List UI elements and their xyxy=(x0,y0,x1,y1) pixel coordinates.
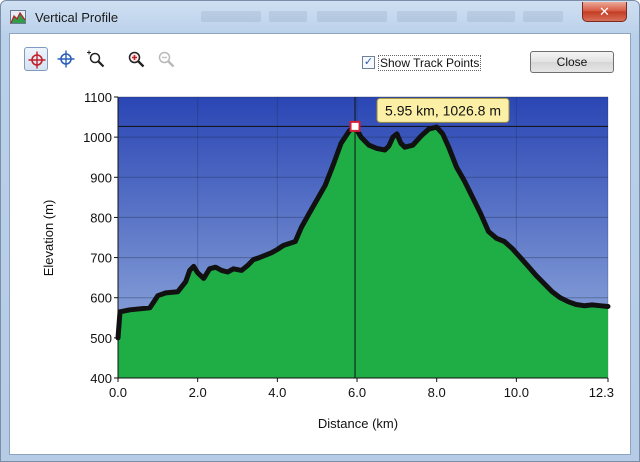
y-tick-label: 900 xyxy=(90,170,112,185)
x-tick-label: 8.0 xyxy=(428,385,446,400)
x-tick-label: 0.0 xyxy=(109,385,127,400)
show-track-points-label[interactable]: Show Track Points xyxy=(378,55,482,71)
blurred-background-text xyxy=(201,11,261,22)
zoom-rect-tool-button[interactable] xyxy=(84,47,108,71)
show-track-points-checkbox[interactable]: ✓ xyxy=(362,56,375,69)
x-tick-label: 4.0 xyxy=(268,385,286,400)
y-tick-label: 500 xyxy=(90,331,112,346)
tooltip-text: 5.95 km, 1026.8 m xyxy=(385,102,501,118)
y-tick-label: 1000 xyxy=(83,130,112,145)
y-tick-label: 400 xyxy=(90,371,112,386)
pan-tool-button[interactable] xyxy=(54,47,78,71)
crosshair-tool-button[interactable] xyxy=(24,47,48,71)
x-axis-title: Distance (km) xyxy=(318,416,398,431)
y-axis-title: Elevation (m) xyxy=(41,200,56,277)
y-tick-label: 1100 xyxy=(84,90,112,105)
elevation-profile-chart[interactable]: 5.95 km, 1026.8 m 0.0 2.0 4.0 6.0 8.0 10.0 12.… xyxy=(11,86,629,454)
zoom-rect-icon xyxy=(87,50,105,68)
close-button[interactable]: Close xyxy=(530,51,614,73)
move-crosshair-icon xyxy=(57,50,75,68)
y-tick-label: 800 xyxy=(90,210,112,225)
window-close-button[interactable]: ✕ xyxy=(582,2,627,22)
zoom-out-icon xyxy=(158,51,175,68)
blurred-background-text xyxy=(397,11,457,22)
x-tick-label: 12.3 xyxy=(589,385,614,400)
x-tick-label: 10.0 xyxy=(504,385,529,400)
zoom-in-icon xyxy=(128,51,145,68)
title-bar[interactable]: Vertical Profile ✕ xyxy=(1,1,639,33)
zoom-in-tool-button[interactable] xyxy=(124,47,148,71)
vertical-profile-window: Vertical Profile ✕ ✓ Show Track Points C… xyxy=(0,0,640,462)
blurred-background-text xyxy=(317,11,387,22)
blurred-background-text xyxy=(467,11,515,22)
y-tick-label: 700 xyxy=(90,251,112,266)
window-title: Vertical Profile xyxy=(35,10,119,25)
profile-app-icon xyxy=(10,10,26,24)
cursor-marker xyxy=(349,120,361,132)
zoom-out-tool-button[interactable] xyxy=(154,47,178,71)
x-axis-ticks: 0.0 2.0 4.0 6.0 8.0 10.0 12.3 xyxy=(109,378,614,400)
blurred-background-text xyxy=(523,11,563,22)
cursor-tooltip: 5.95 km, 1026.8 m xyxy=(376,97,510,123)
y-tick-label: 600 xyxy=(90,291,112,306)
y-axis-ticks: 400 500 600 700 800 900 1000 1100 xyxy=(83,90,118,386)
client-area: ✓ Show Track Points Close 5.95 km, 1026.… xyxy=(9,33,631,455)
crosshair-icon xyxy=(28,51,46,69)
x-tick-label: 2.0 xyxy=(189,385,207,400)
blurred-background-text xyxy=(269,11,307,22)
x-tick-label: 6.0 xyxy=(348,385,366,400)
